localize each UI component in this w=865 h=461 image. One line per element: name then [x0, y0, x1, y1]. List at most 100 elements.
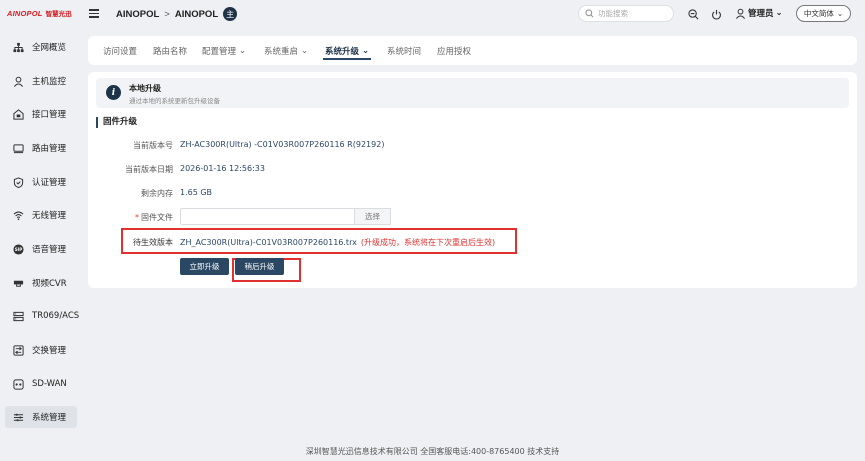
chevron-down-icon: ⌄	[301, 45, 309, 56]
sidebar-item-label: 路由管理	[32, 144, 67, 154]
router-icon	[13, 143, 24, 154]
upgrade-panel: i 本地升级 通过本地的系统更新包升级设备 固件升级 当前版本号 ZH-AC30…	[88, 72, 857, 288]
tab-label: 配置管理	[202, 46, 237, 57]
language-label: 中文简体	[803, 9, 834, 18]
sidebar-item-host-monitor[interactable]: 主机监控	[5, 70, 77, 92]
pending-version-value: ZH_AC300R(Ultra)-C01V03R007P260116.trx	[180, 238, 357, 247]
firmware-file-label-text: 固件文件	[141, 213, 173, 222]
sidebar-item-tr069[interactable]: TR069/ACS	[5, 305, 80, 327]
sidebar: 全网概览 主机监控 接口管理 路由管理 认证管理 无线管理 SIP 语音管理 视…	[0, 28, 80, 438]
wifi-icon	[13, 210, 24, 221]
select-file-button[interactable]: 选择	[354, 208, 391, 225]
sidebar-item-label: TR069/ACS	[32, 311, 80, 321]
breadcrumb: AINOPOL > AINOPOL 主	[116, 7, 238, 21]
firmware-file-input[interactable]	[180, 208, 355, 225]
sidebar-item-auth[interactable]: 认证管理	[5, 171, 77, 193]
tab-label: 系统升级	[325, 46, 360, 57]
search-box[interactable]	[578, 5, 674, 22]
info-banner: i 本地升级 通过本地的系统更新包升级设备	[96, 78, 849, 108]
chevron-down-icon: ⌄	[239, 45, 247, 56]
logo-brand: AINOPOL	[7, 8, 43, 18]
sidebar-item-wireless[interactable]: 无线管理	[5, 204, 77, 226]
firmware-file-label: * 固件文件	[88, 212, 173, 223]
current-version-value: ZH-AC300R(Ultra) -C01V03R007P260116 R(92…	[180, 140, 385, 149]
footer: 深圳智慧光迅信息技术有限公司 全国客服电话:400-8765400 技术支持	[305, 447, 560, 456]
sidebar-item-label: 接口管理	[32, 110, 67, 120]
upgrade-later-button[interactable]: 稍后升级	[235, 258, 284, 275]
user-icon	[735, 8, 746, 19]
user-icon	[13, 76, 24, 87]
sidebar-item-label: 全网概览	[32, 43, 67, 53]
current-date-value: 2026-01-16 12:56:33	[180, 164, 265, 173]
tab-config-management[interactable]: 配置管理 ⌄	[202, 36, 246, 65]
required-marker: *	[135, 213, 139, 222]
tab-system-time[interactable]: 系统时间	[387, 36, 421, 65]
sidebar-item-voice[interactable]: SIP 语音管理	[5, 238, 77, 260]
language-select[interactable]: 中文简体 ⌄	[796, 5, 851, 22]
section-title: 固件升级	[96, 117, 137, 128]
top-bar: AINOPOL 智慧光迅 AINOPOL > AINOPOL 主 管理员 ⌄ 中…	[0, 0, 865, 28]
tab-system-upgrade[interactable]: 系统升级 ⌄	[322, 36, 372, 65]
network-icon	[13, 42, 24, 53]
interface-icon	[13, 108, 24, 120]
chevron-down-icon: ⌄	[362, 45, 370, 56]
sidebar-item-routing[interactable]: 路由管理	[5, 137, 77, 159]
logo: AINOPOL 智慧光迅	[7, 8, 72, 19]
tab-router-name[interactable]: 路由名称	[153, 36, 187, 65]
tab-label: 访问设置	[103, 46, 138, 57]
menu-toggle-icon[interactable]	[89, 9, 99, 18]
sidebar-item-overview[interactable]: 全网概览	[5, 36, 77, 58]
shield-icon	[13, 176, 24, 188]
chevron-down-icon: ⌄	[836, 9, 844, 18]
zoom-out-icon[interactable]	[686, 7, 700, 21]
sip-icon: SIP	[13, 243, 24, 255]
sidebar-item-label: 交换管理	[32, 346, 67, 356]
sidebar-item-interface[interactable]: 接口管理	[5, 103, 77, 125]
sidebar-item-label: 主机监控	[32, 77, 67, 87]
tab-bar: 访问设置 路由名称 配置管理 ⌄ 系统重启 ⌄ 系统升级 ⌄ 系统时间 应用授权	[88, 36, 857, 65]
tab-label: 应用授权	[437, 46, 472, 57]
tab-label: 系统时间	[387, 46, 422, 57]
upgrade-success-note: (升级成功，系统将在下次重启后生效)	[360, 238, 496, 247]
switch-icon	[13, 344, 24, 356]
tab-label: 路由名称	[153, 46, 188, 57]
power-icon[interactable]	[709, 7, 723, 21]
sidebar-item-label: 系统管理	[32, 413, 67, 423]
sliders-icon	[13, 412, 24, 423]
chevron-down-icon: ⌄	[775, 8, 783, 18]
camera-icon	[13, 278, 24, 289]
free-memory-label: 剩余内存	[141, 189, 173, 198]
sdwan-icon	[13, 378, 24, 390]
sidebar-item-cvr[interactable]: 视频CVR	[5, 272, 77, 294]
info-title: 本地升级	[129, 84, 161, 93]
current-date-label: 当前版本日期	[125, 165, 173, 174]
tab-system-reboot[interactable]: 系统重启 ⌄	[264, 36, 308, 65]
user-name: 管理员	[748, 9, 774, 19]
search-input[interactable]	[598, 9, 668, 18]
sidebar-item-sdwan[interactable]: SD-WAN	[5, 373, 77, 395]
breadcrumb-item[interactable]: AINOPOL	[175, 9, 218, 20]
tab-access-settings[interactable]: 访问设置	[103, 36, 137, 65]
upgrade-now-button[interactable]: 立即升级	[180, 258, 229, 275]
pending-version-row: ZH_AC300R(Ultra)-C01V03R007P260116.trx (升…	[180, 237, 495, 248]
tab-label: 系统重启	[264, 46, 299, 57]
sidebar-item-system[interactable]: 系统管理	[5, 406, 77, 428]
master-badge: 主	[223, 7, 238, 21]
info-icon: i	[106, 85, 121, 100]
logo-subtitle: 智慧光迅	[45, 10, 72, 18]
server-icon	[13, 311, 24, 322]
free-memory-value: 1.65 GB	[180, 188, 213, 197]
tab-app-license[interactable]: 应用授权	[437, 36, 471, 65]
sidebar-item-label: SD-WAN	[32, 379, 67, 389]
pending-version-label: 待生效版本	[133, 238, 173, 247]
breadcrumb-item[interactable]: AINOPOL	[116, 9, 159, 20]
sidebar-item-switch[interactable]: 交换管理	[5, 339, 77, 361]
breadcrumb-separator: >	[164, 8, 170, 20]
user-menu[interactable]: 管理员 ⌄	[735, 7, 783, 19]
search-icon	[585, 9, 594, 18]
svg-text:SIP: SIP	[15, 247, 23, 252]
sidebar-item-label: 认证管理	[32, 178, 67, 188]
current-version-label: 当前版本号	[133, 141, 173, 150]
sidebar-item-label: 视频CVR	[32, 279, 67, 289]
sidebar-item-label: 无线管理	[32, 211, 67, 221]
